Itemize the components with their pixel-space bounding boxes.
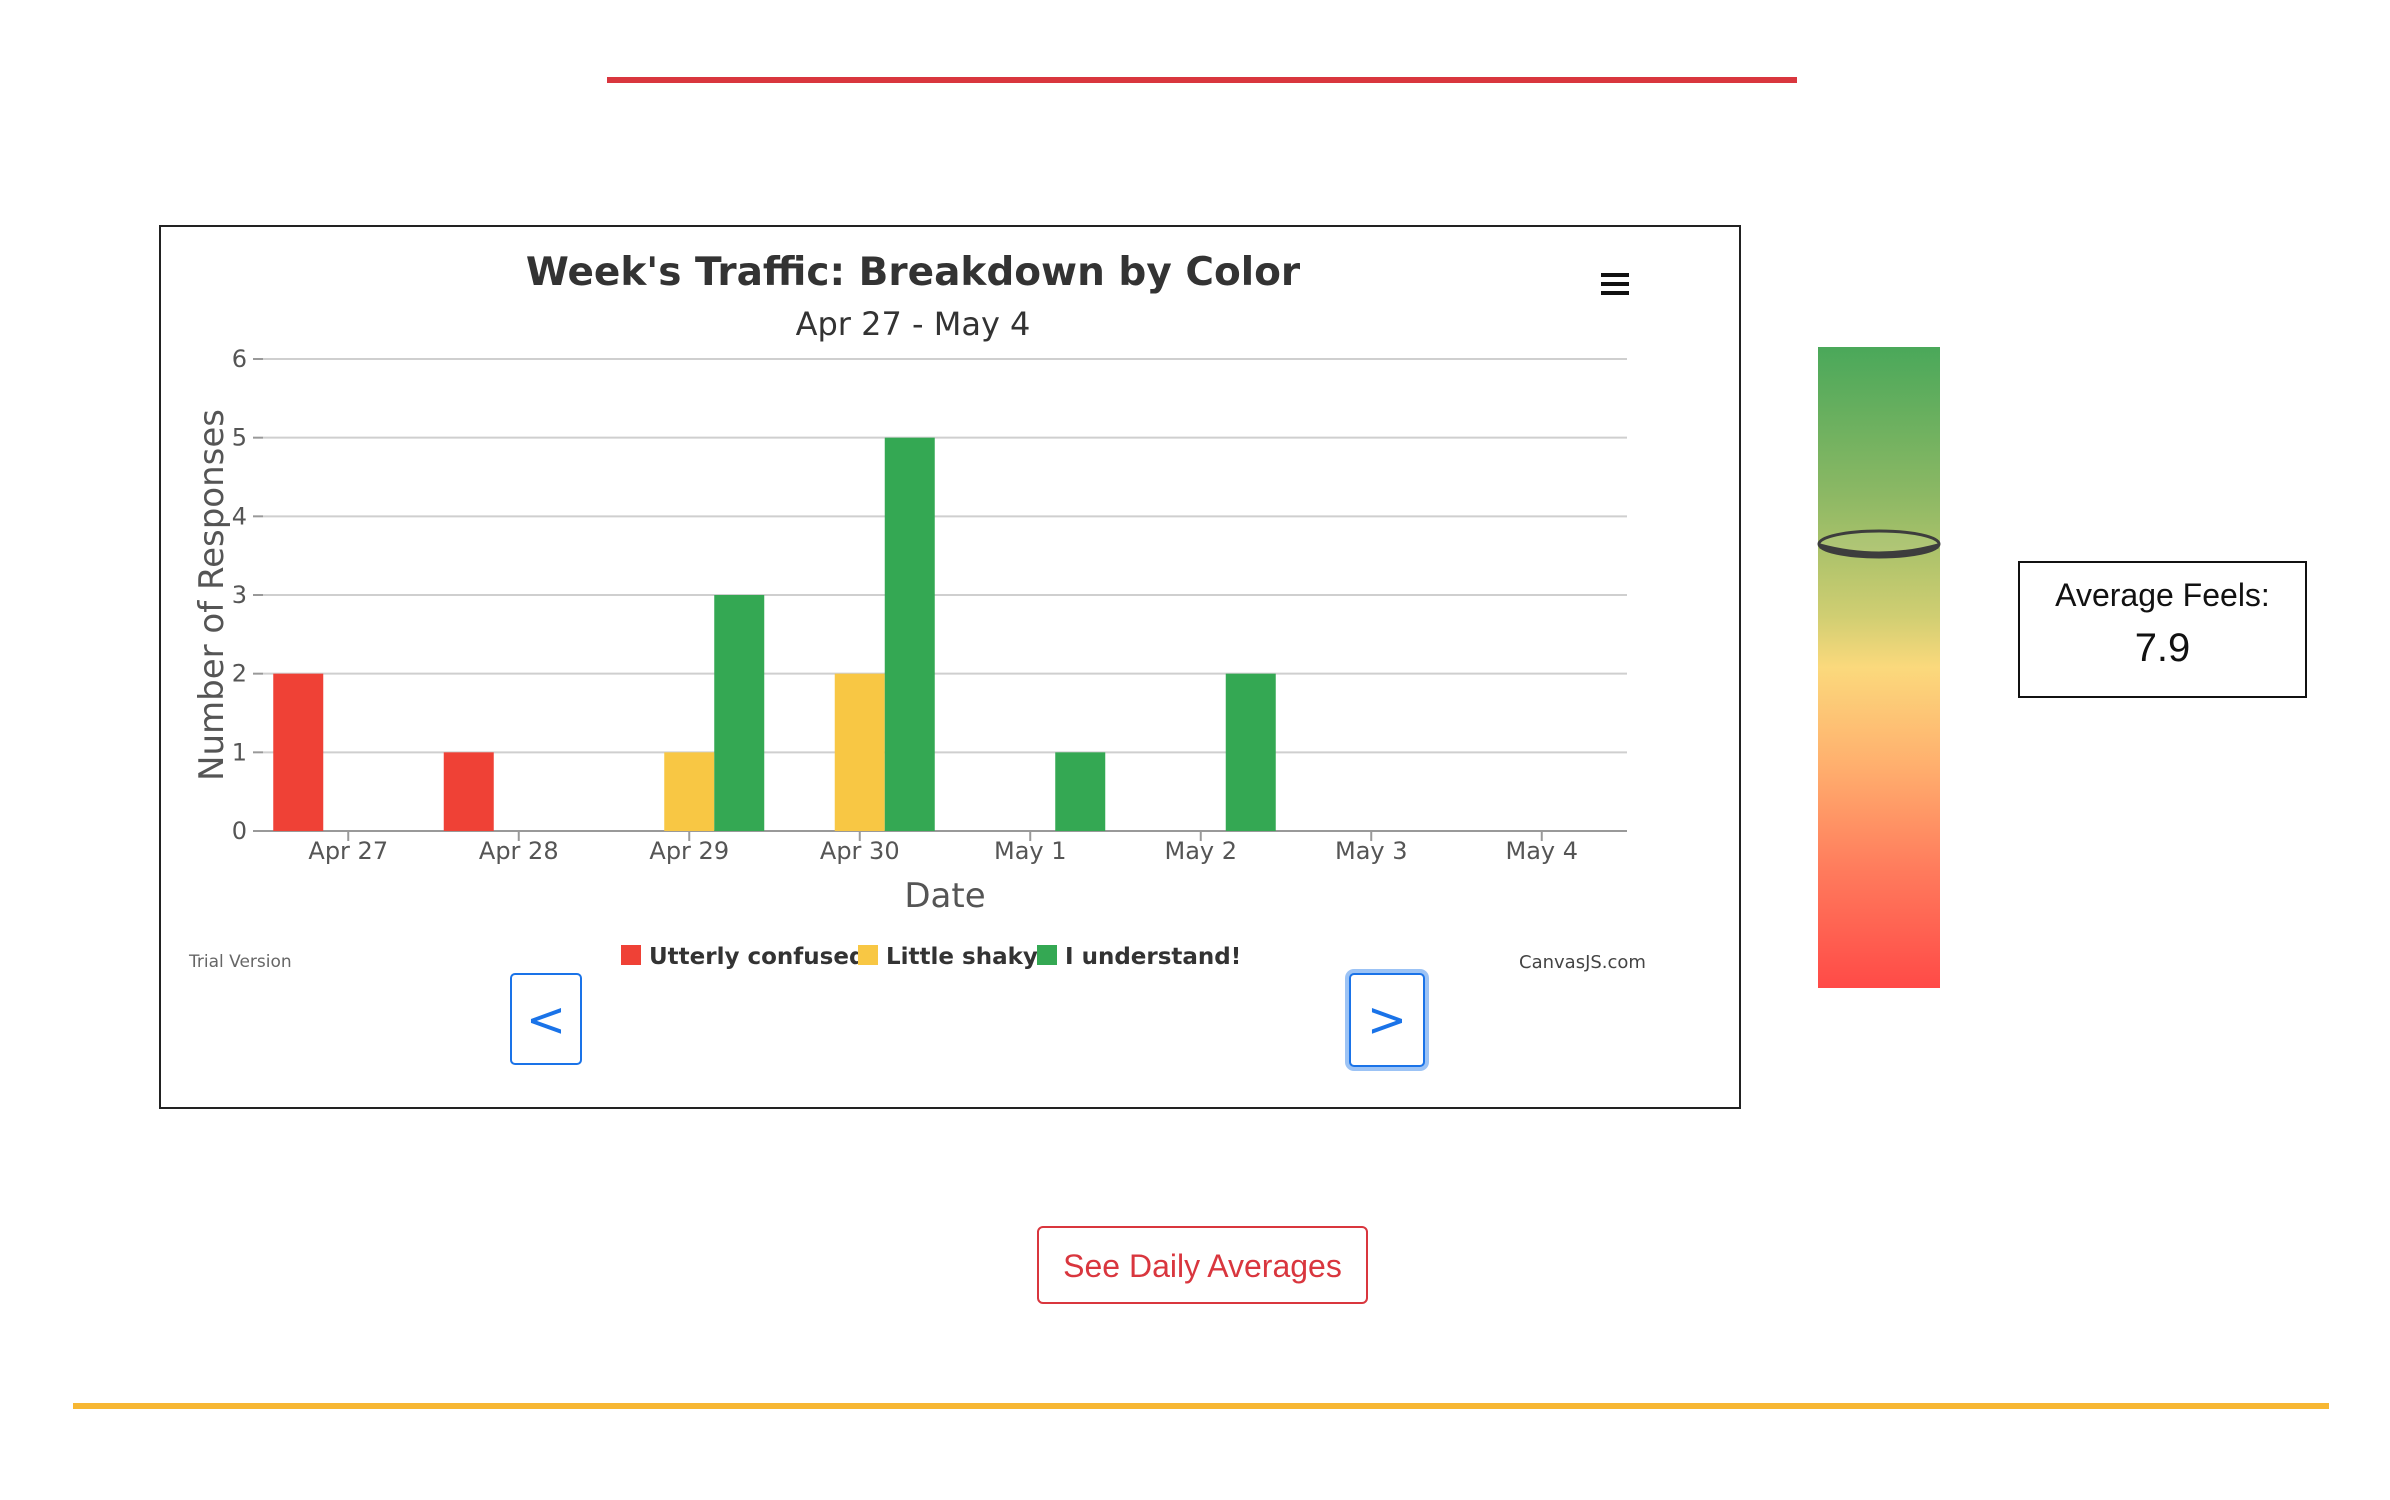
average-feels-value: 7.9 xyxy=(2134,626,2191,670)
canvasjs-credit-text: CanvasJS.com xyxy=(1519,952,1646,973)
x-tick-label: May 3 xyxy=(1335,837,1408,865)
x-tick-label: Apr 30 xyxy=(820,837,900,865)
bar xyxy=(1225,673,1276,831)
bar xyxy=(664,752,715,831)
page: Week's Traffic: Breakdown by Color Apr 27… xyxy=(0,0,2390,1500)
next-week-button[interactable]: > xyxy=(1349,973,1425,1067)
previous-week-button[interactable]: < xyxy=(510,973,582,1065)
bar xyxy=(1055,752,1106,831)
y-tick-label: 4 xyxy=(232,502,247,530)
bar xyxy=(273,673,324,831)
x-tick-label: Apr 28 xyxy=(479,837,559,865)
average-feels-box: Average Feels: 7.9 xyxy=(2018,561,2307,698)
y-tick-label: 6 xyxy=(232,345,247,373)
y-tick-label: 5 xyxy=(232,424,247,452)
x-tick-label: May 1 xyxy=(994,837,1067,865)
feelings-gauge xyxy=(1818,347,1940,988)
gauge-marker-icon xyxy=(1817,529,1941,559)
chart-title: Week's Traffic: Breakdown by Color xyxy=(526,250,1301,295)
see-daily-averages-button[interactable]: See Daily Averages xyxy=(1037,1226,1368,1304)
legend-swatch xyxy=(1037,945,1057,965)
x-tick-label: Apr 27 xyxy=(308,837,388,865)
legend-swatch xyxy=(858,945,878,965)
bar-chart: Week's Traffic: Breakdown by Color Apr 27… xyxy=(188,250,1646,973)
bar xyxy=(834,673,885,831)
average-feels-label: Average Feels: xyxy=(2055,577,2270,613)
bar xyxy=(884,437,935,831)
y-axis-label: Number of Responses xyxy=(192,409,232,781)
x-axis-label: Date xyxy=(904,876,985,916)
chart-card: Week's Traffic: Breakdown by Color Apr 27… xyxy=(159,225,1741,1109)
hamburger-menu-icon[interactable] xyxy=(1595,265,1635,305)
x-tick-label: May 4 xyxy=(1505,837,1578,865)
y-tick-label: 0 xyxy=(232,817,247,845)
x-tick-label: Apr 29 xyxy=(649,837,729,865)
y-tick-label: 2 xyxy=(232,660,247,688)
legend-label: Utterly confused xyxy=(649,944,865,970)
bar xyxy=(443,752,494,831)
trial-version-text: Trial Version xyxy=(188,952,292,972)
chart-subtitle: Apr 27 - May 4 xyxy=(796,305,1031,343)
bottom-divider xyxy=(73,1403,2329,1409)
y-tick-label: 1 xyxy=(232,738,247,766)
top-divider xyxy=(607,77,1797,83)
legend-label: I understand! xyxy=(1065,944,1241,970)
legend-label: Little shaky xyxy=(886,944,1038,970)
y-tick-label: 3 xyxy=(232,581,247,609)
legend-swatch xyxy=(621,945,641,965)
bar xyxy=(714,595,765,831)
x-tick-label: May 2 xyxy=(1164,837,1237,865)
